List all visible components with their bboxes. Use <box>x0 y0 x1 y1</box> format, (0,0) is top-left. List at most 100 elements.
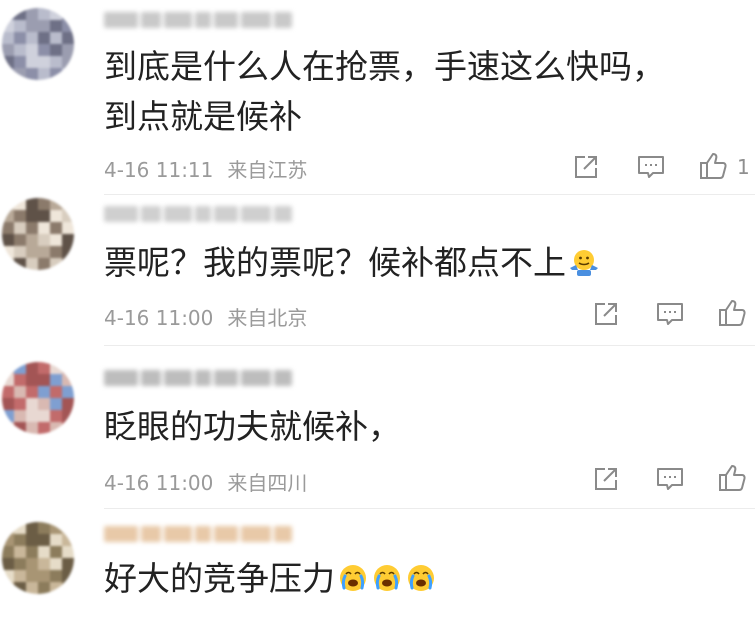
avatar-pixel <box>2 246 14 258</box>
comment-button[interactable] <box>636 153 666 181</box>
avatar-pixel <box>14 68 26 80</box>
avatar-pixel <box>38 374 50 386</box>
avatar-pixel <box>26 398 38 410</box>
avatar-pixel <box>62 222 74 234</box>
avatar-pixel <box>38 20 50 32</box>
avatar-pixel <box>2 198 14 210</box>
timestamp: 4-16 11:11 <box>104 158 214 182</box>
username-blur-block <box>164 12 192 28</box>
avatar-pixel <box>38 362 50 374</box>
username-blur-block <box>274 526 292 542</box>
avatar-pixel <box>2 44 14 56</box>
avatar-pixel <box>50 68 62 80</box>
avatar-pixel <box>38 210 50 222</box>
avatar[interactable] <box>2 362 74 434</box>
avatar-pixel <box>38 198 50 210</box>
avatar-pixel <box>14 570 26 582</box>
like-button[interactable] <box>698 151 730 181</box>
share-icon <box>575 156 597 178</box>
comment-icon <box>638 156 664 178</box>
share-icon <box>595 303 617 325</box>
avatar[interactable] <box>2 522 74 594</box>
comment-button[interactable] <box>655 300 685 328</box>
avatar-pixel <box>50 534 62 546</box>
avatar-pixel <box>26 234 38 246</box>
avatar-pixel <box>38 258 50 270</box>
comment-meta: 4-16 11:00 来自北京 <box>104 302 307 331</box>
avatar-pixel <box>2 558 14 570</box>
avatar-pixel <box>38 68 50 80</box>
avatar[interactable] <box>2 198 74 270</box>
divider <box>104 508 755 509</box>
username-blur-block <box>195 370 211 386</box>
avatar-pixel <box>14 56 26 68</box>
username-blur-block <box>104 206 138 222</box>
avatar-pixel <box>26 546 38 558</box>
repost-button[interactable] <box>592 300 622 328</box>
avatar-pixel <box>38 234 50 246</box>
username-blur-block <box>195 206 211 222</box>
crying-emoji <box>371 558 403 591</box>
username[interactable] <box>104 206 295 226</box>
avatar-pixel <box>26 210 38 222</box>
avatar-pixel <box>50 56 62 68</box>
avatar-pixel <box>62 570 74 582</box>
divider <box>104 345 755 346</box>
crying-emoji <box>337 558 369 591</box>
avatar-pixel <box>50 210 62 222</box>
avatar-pixel <box>2 258 14 270</box>
username-blur-block <box>164 206 192 222</box>
avatar-pixel <box>50 374 62 386</box>
repost-button[interactable] <box>572 153 602 181</box>
comment-icon <box>657 303 683 325</box>
avatar-pixel <box>50 546 62 558</box>
avatar-pixel <box>2 56 14 68</box>
location: 来自江苏 <box>227 158 308 182</box>
avatar-pixel <box>62 422 74 434</box>
avatar-pixel <box>50 398 62 410</box>
avatar-pixel <box>14 8 26 20</box>
shrug-emoji <box>568 242 600 276</box>
avatar-pixel <box>62 8 74 20</box>
avatar-pixel <box>2 386 14 398</box>
avatar-pixel <box>26 570 38 582</box>
avatar-pixel <box>14 210 26 222</box>
avatar-pixel <box>26 410 38 422</box>
avatar-pixel <box>62 32 74 44</box>
avatar-pixel <box>2 234 14 246</box>
like-button[interactable] <box>717 463 749 493</box>
avatar-pixel <box>26 522 38 534</box>
avatar-pixel <box>62 44 74 56</box>
crying-emoji <box>405 558 437 591</box>
avatar-pixel <box>50 44 62 56</box>
avatar-pixel <box>50 362 62 374</box>
avatar-pixel <box>2 374 14 386</box>
username-blur-block <box>104 370 138 386</box>
avatar-pixel <box>50 386 62 398</box>
username-blur-block <box>214 12 238 28</box>
avatar-pixel <box>14 522 26 534</box>
avatar-pixel <box>50 222 62 234</box>
username-blur-block <box>241 12 271 28</box>
username[interactable] <box>104 12 295 32</box>
avatar-pixel <box>62 386 74 398</box>
username-blur-block <box>241 370 271 386</box>
username[interactable] <box>104 370 295 390</box>
like-button[interactable] <box>717 298 749 328</box>
avatar-pixel <box>38 522 50 534</box>
username-blur-block <box>141 206 161 222</box>
avatar-pixel <box>62 558 74 570</box>
location: 来自四川 <box>227 471 308 495</box>
comment-button[interactable] <box>655 465 685 493</box>
repost-button[interactable] <box>592 465 622 493</box>
avatar-pixel <box>26 534 38 546</box>
avatar-pixel <box>2 20 14 32</box>
timestamp: 4-16 11:00 <box>104 306 214 330</box>
avatar-pixel <box>62 198 74 210</box>
crying-emoji-group <box>335 559 437 598</box>
username[interactable] <box>104 526 295 546</box>
avatar-pixel <box>2 68 14 80</box>
avatar[interactable] <box>2 8 74 80</box>
avatar-pixel <box>14 246 26 258</box>
avatar-pixel <box>26 32 38 44</box>
